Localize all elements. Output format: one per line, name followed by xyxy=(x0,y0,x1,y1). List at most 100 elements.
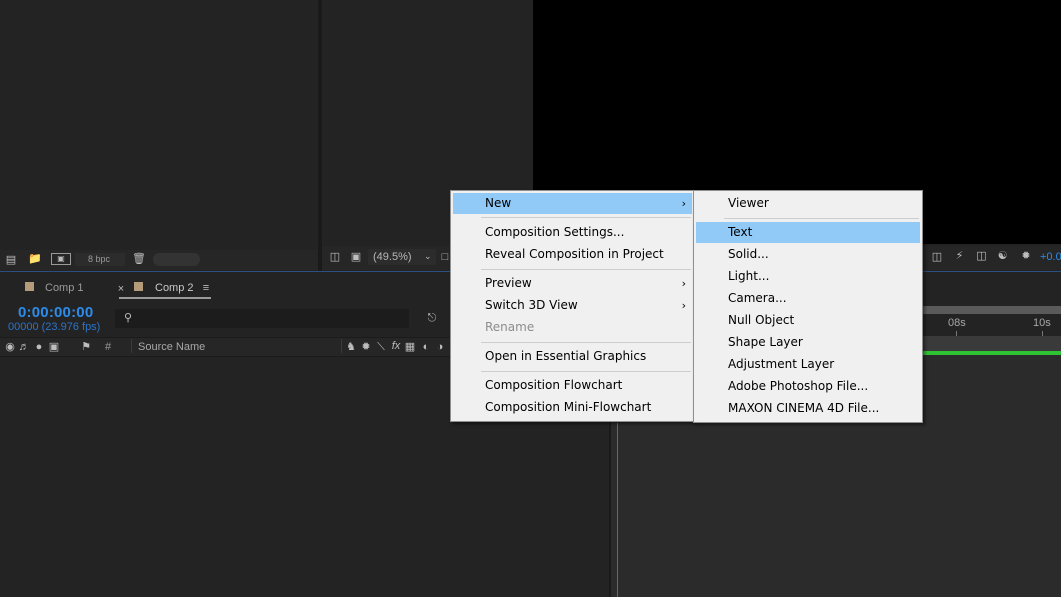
collapse-transform-icon[interactable]: ✹ xyxy=(360,341,372,353)
work-area-bar[interactable] xyxy=(922,306,1061,314)
comp1-label-swatch xyxy=(25,282,34,291)
menu-item-label: Preview xyxy=(485,276,532,290)
adjustment-layer-icon[interactable]: ◑ xyxy=(434,341,446,353)
tab-comp-2[interactable]: Comp 2 xyxy=(155,282,194,294)
menu-item-new[interactable]: New › xyxy=(453,193,692,214)
menu-item-label: Adobe Photoshop File... xyxy=(728,379,869,393)
motion-blur-icon[interactable]: ◐ xyxy=(419,341,433,353)
eye-icon[interactable]: ◉ xyxy=(4,341,16,353)
menu-item-switch-3d-view[interactable]: Switch 3D View › xyxy=(453,295,692,316)
comp-flowchart-icon[interactable]: ☯ xyxy=(995,250,1010,262)
folder-icon[interactable]: 📁 xyxy=(27,253,43,265)
menu-item-label: Reveal Composition in Project xyxy=(485,247,664,261)
submenu-item-shape-layer[interactable]: Shape Layer xyxy=(696,332,920,353)
current-timecode[interactable]: 0:00:00:00 xyxy=(18,304,93,321)
active-tab-underline xyxy=(119,297,211,299)
lock-icon[interactable]: ▣ xyxy=(48,341,60,353)
submenu-item-photoshop-file[interactable]: Adobe Photoshop File... xyxy=(696,376,920,397)
transparency-grid-icon[interactable]: ◫ xyxy=(930,251,944,263)
menu-separator xyxy=(481,342,691,343)
trash-icon[interactable]: 🗑 xyxy=(132,253,146,265)
chevron-down-icon: ⌄ xyxy=(424,251,432,261)
submenu-item-light[interactable]: Light... xyxy=(696,266,920,287)
layer-number-column[interactable]: # xyxy=(105,341,111,353)
label-icon[interactable]: ⚑ xyxy=(79,341,93,353)
menu-separator xyxy=(724,218,919,219)
submenu-item-adjustment-layer[interactable]: Adjustment Layer xyxy=(696,354,920,375)
bpc-button[interactable]: 8 bpc xyxy=(75,253,125,266)
column-divider xyxy=(341,339,342,353)
time-ruler[interactable]: 08s 10s xyxy=(922,306,1061,336)
frame-blending-icon[interactable]: ▦ xyxy=(404,341,416,353)
panel-menu-icon[interactable]: ≡ xyxy=(200,282,212,294)
close-icon[interactable]: × xyxy=(116,283,126,295)
chevron-right-icon: › xyxy=(681,277,686,290)
menu-item-composition-mini-flowchart[interactable]: Composition Mini-Flowchart xyxy=(453,397,692,418)
quality-icon[interactable]: ⟍ xyxy=(375,341,387,353)
menu-item-composition-flowchart[interactable]: Composition Flowchart xyxy=(453,375,692,396)
submenu-new: Viewer Text Solid... Light... Camera... … xyxy=(693,190,923,423)
menu-item-label: Switch 3D View xyxy=(485,298,578,312)
pane-divider[interactable] xyxy=(609,421,611,597)
menu-item-label: Camera... xyxy=(728,291,787,305)
search-icon: ⚲ xyxy=(123,312,133,324)
menu-separator xyxy=(481,371,691,372)
audio-icon[interactable]: ♬ xyxy=(18,341,30,353)
menu-item-label: Composition Mini-Flowchart xyxy=(485,400,652,414)
comp2-label-swatch xyxy=(134,282,143,291)
menu-item-label: Open in Essential Graphics xyxy=(485,349,647,363)
ruler-tick-10s: 10s xyxy=(1033,317,1051,329)
column-divider xyxy=(131,339,132,353)
region-icon[interactable]: □ xyxy=(440,251,450,263)
zoom-dropdown[interactable]: (49.5%) ⌄ xyxy=(368,249,436,265)
exposure-value[interactable]: +0.0 xyxy=(1040,251,1061,263)
menu-item-rename: Rename xyxy=(453,317,692,338)
new-composition-icon[interactable]: ▣ xyxy=(51,253,71,265)
fast-previews-icon[interactable]: ⚡ xyxy=(952,250,967,262)
submenu-item-null-object[interactable]: Null Object xyxy=(696,310,920,331)
shy-icon[interactable]: ♞ xyxy=(345,341,357,353)
menu-item-label: Solid... xyxy=(728,247,769,261)
menu-separator xyxy=(481,217,691,218)
current-time-indicator[interactable] xyxy=(617,423,618,597)
zoom-label: (49.5%) xyxy=(373,251,412,263)
solo-icon[interactable]: ● xyxy=(34,341,44,353)
menu-item-open-essential-graphics[interactable]: Open in Essential Graphics xyxy=(453,346,692,367)
context-menu: New › Composition Settings... Reveal Com… xyxy=(450,190,695,422)
menu-item-label: Composition Settings... xyxy=(485,225,625,239)
comp-mini-flowchart-icon[interactable]: ⎋ xyxy=(424,312,440,324)
submenu-item-camera[interactable]: Camera... xyxy=(696,288,920,309)
menu-item-label: Light... xyxy=(728,269,770,283)
menu-item-reveal-composition[interactable]: Reveal Composition in Project xyxy=(453,244,692,265)
chevron-right-icon: › xyxy=(681,197,686,210)
frame-rate-label: 00000 (23.976 fps) xyxy=(8,321,101,333)
menu-item-label: Shape Layer xyxy=(728,335,803,349)
snapshot-icon[interactable]: ◫ xyxy=(328,251,342,263)
menu-separator xyxy=(481,269,691,270)
reset-exposure-icon[interactable]: ✹ xyxy=(1019,250,1033,262)
thumbnail-slider[interactable] xyxy=(153,253,200,266)
menu-item-label: Text xyxy=(728,225,753,239)
submenu-item-cinema4d-file[interactable]: MAXON CINEMA 4D File... xyxy=(696,398,920,419)
submenu-item-text[interactable]: Text xyxy=(696,222,920,243)
layer-search-input[interactable]: ⚲ xyxy=(115,309,409,328)
monitor-icon[interactable]: ▣ xyxy=(349,251,363,263)
interpret-footage-icon[interactable]: ▤ xyxy=(2,254,20,266)
timeline-icon[interactable]: ◫ xyxy=(974,250,989,262)
menu-item-label: Viewer xyxy=(728,196,769,210)
menu-item-preview[interactable]: Preview › xyxy=(453,273,692,294)
menu-item-label: Rename xyxy=(485,320,535,334)
menu-item-label: New xyxy=(485,196,512,210)
submenu-item-viewer[interactable]: Viewer xyxy=(696,193,920,214)
tab-comp-1[interactable]: Comp 1 xyxy=(45,282,84,294)
project-panel xyxy=(0,0,318,271)
menu-item-label: MAXON CINEMA 4D File... xyxy=(728,401,880,415)
ruler-strip xyxy=(922,336,1061,351)
fx-icon[interactable]: fx xyxy=(390,340,402,352)
menu-item-composition-settings[interactable]: Composition Settings... xyxy=(453,222,692,243)
submenu-item-solid[interactable]: Solid... xyxy=(696,244,920,265)
ruler-tick-08s: 08s xyxy=(948,317,966,329)
source-name-column[interactable]: Source Name xyxy=(138,341,205,353)
menu-item-label: Adjustment Layer xyxy=(728,357,835,371)
menu-item-label: Composition Flowchart xyxy=(485,378,623,392)
